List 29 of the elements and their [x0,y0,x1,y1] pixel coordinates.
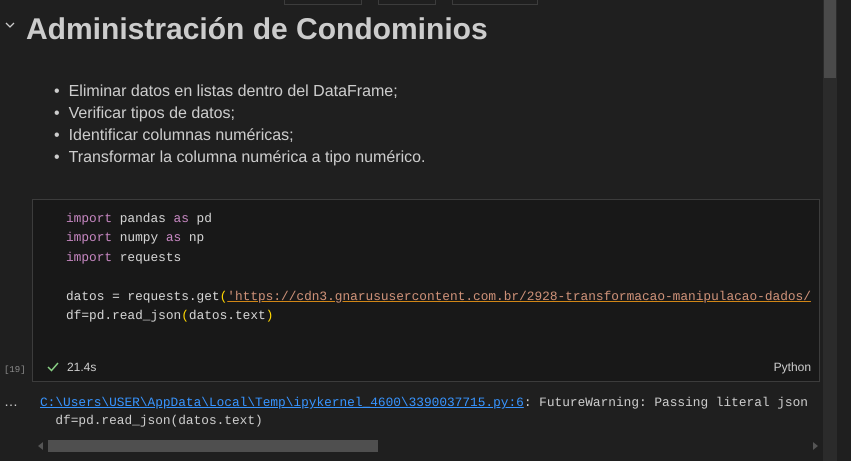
bullet-item: Verificar tipos de datos; [68,104,235,124]
execution-time: 21.4s [67,360,96,374]
bullet-marker: • [54,126,60,146]
scroll-left-icon[interactable] [38,442,44,450]
bullet-item: Transformar la columna numérica a tipo numérico. [68,148,426,168]
bullet-marker: • [54,104,60,124]
code-line: datos = requests.get('https://cdn3.gnarususercontent.com.br/2928-transformacao-manipulacao-dados/ [66,288,812,306]
section-heading: Administración de Condominios [26,13,488,47]
horizontal-scrollbar[interactable] [48,440,378,452]
cell-toolbar-button[interactable] [284,0,362,5]
code-line: import pandas as pd [66,210,213,228]
code-line: import numpy as np [66,229,206,248]
output-code-line: df=pd.read_json(datos.text) [54,412,264,430]
bullet-marker: • [54,148,60,168]
warning-message: : FutureWarning: Passing literal json [524,395,808,410]
cell-toolbar-button[interactable] [452,0,538,5]
code-line: import requests [66,248,182,267]
cell-toolbar-button[interactable] [378,0,436,5]
vertical-scrollbar[interactable] [824,0,836,78]
bullet-item: Eliminar datos en listas dentro del DataFrame; [68,82,398,102]
file-link[interactable]: C:\Users\USER\AppData\Local\Temp\ipykernel_4600\3390037715.py:6 [40,395,524,410]
bullet-marker: • [54,82,60,102]
code-cell[interactable]: import pandas as pd import numpy as np import requests datos = requests.get('https://cdn3.gnarususercontent.com.br/2928-transformacao-manipulacao-dados/ df=pd.read_json(datos.text) 21.4s Python [32,199,820,382]
output-menu-button[interactable]: … [4,394,40,408]
bullet-item: Identificar columnas numéricas; [68,126,294,146]
language-label[interactable]: Python [774,360,811,374]
scroll-right-icon[interactable] [812,442,818,450]
execution-count: [19] [4,364,26,376]
code-line: df=pd.read_json(datos.text) [66,306,274,325]
